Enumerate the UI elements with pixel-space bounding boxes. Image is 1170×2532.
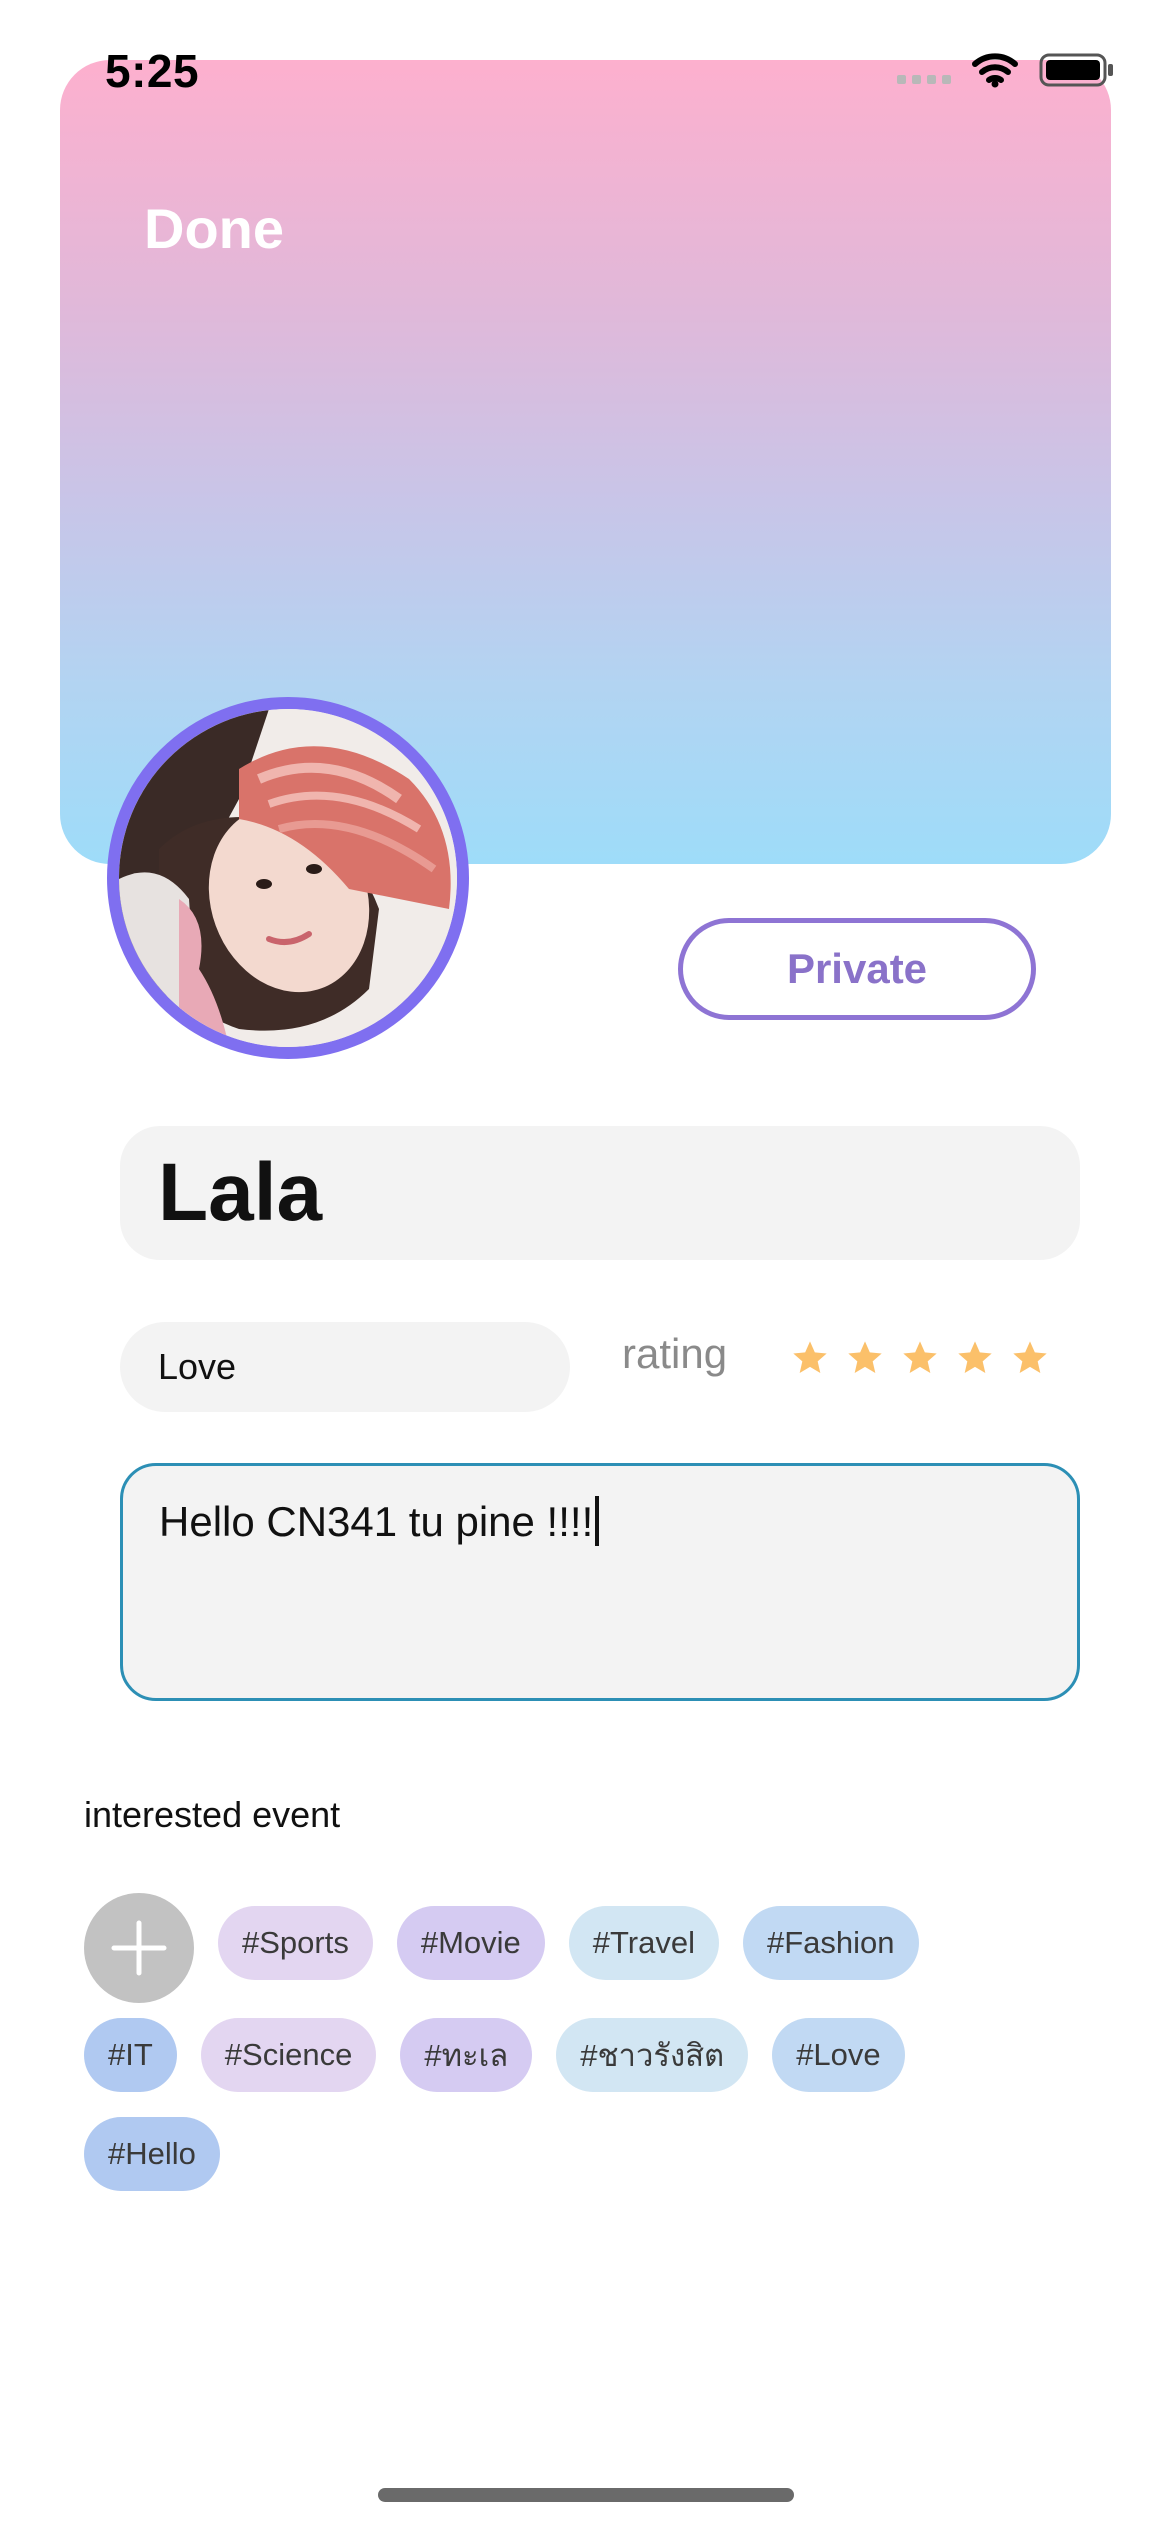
status-icons (897, 52, 1115, 88)
profile-photo (119, 709, 457, 1047)
profile-avatar[interactable] (107, 697, 469, 1059)
star-icon[interactable] (900, 1338, 940, 1378)
interest-tag[interactable]: #ชาวรังสิต (556, 2018, 749, 2092)
private-toggle-button[interactable]: Private (678, 918, 1036, 1020)
interest-tag[interactable]: #Sports (218, 1906, 373, 1980)
text-cursor (595, 1496, 600, 1546)
interest-tag[interactable]: #Love (772, 2018, 905, 2092)
interest-tag[interactable]: #Travel (568, 1906, 719, 1980)
cellular-signal-icon (897, 74, 951, 84)
interest-tag[interactable]: #Hello (84, 2117, 220, 2191)
interest-tag[interactable]: #ทะเล (400, 2018, 533, 2092)
interest-tag[interactable]: #Science (200, 2018, 377, 2092)
name-field[interactable]: Lala (120, 1126, 1080, 1260)
status-time: 5:25 (105, 45, 200, 97)
wifi-icon (972, 53, 1018, 88)
home-indicator[interactable] (378, 2488, 794, 2502)
add-interest-button[interactable] (84, 1893, 194, 2003)
interests-section-label: interested event (84, 1794, 341, 1835)
star-icon[interactable] (1010, 1338, 1050, 1378)
done-button[interactable]: Done (144, 196, 284, 261)
interest-tag[interactable]: #IT (84, 2018, 177, 2092)
bio-text: Hello CN341 tu pine !!!! (159, 1498, 594, 1545)
interest-tag[interactable]: #Fashion (743, 1906, 919, 1980)
star-icon[interactable] (790, 1338, 830, 1378)
rating-stars[interactable] (790, 1338, 1050, 1378)
rating-label: rating (622, 1330, 728, 1377)
bio-textarea[interactable]: Hello CN341 tu pine !!!! (120, 1463, 1080, 1701)
battery-icon (1039, 53, 1113, 87)
interest-tag[interactable]: #Movie (396, 1906, 545, 1980)
plus-icon (111, 1920, 167, 1976)
star-icon[interactable] (955, 1338, 995, 1378)
mood-field[interactable]: Love (120, 1322, 570, 1412)
star-icon[interactable] (845, 1338, 885, 1378)
